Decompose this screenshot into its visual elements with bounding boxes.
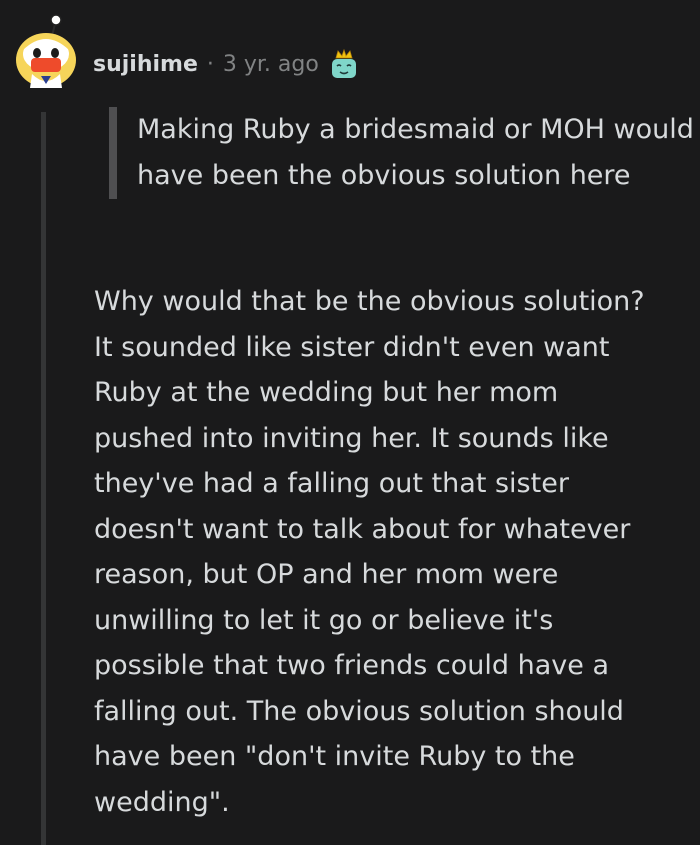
thread-line[interactable] xyxy=(41,112,46,845)
blockquote: Making Ruby a bridesmaid or MOH would ha… xyxy=(109,107,700,199)
comment-header: sujihime · 3 yr. ago xyxy=(93,44,359,84)
separator: · xyxy=(206,51,214,77)
snoo-avatar-icon xyxy=(16,14,76,88)
username[interactable]: sujihime xyxy=(93,52,198,77)
avatar[interactable] xyxy=(8,10,84,90)
crowned-award-icon xyxy=(331,48,356,78)
comment-body: Why would that be the obvious solution? … xyxy=(94,286,645,818)
timestamp[interactable]: 3 yr. ago xyxy=(223,52,319,77)
award-badge[interactable] xyxy=(329,48,359,80)
